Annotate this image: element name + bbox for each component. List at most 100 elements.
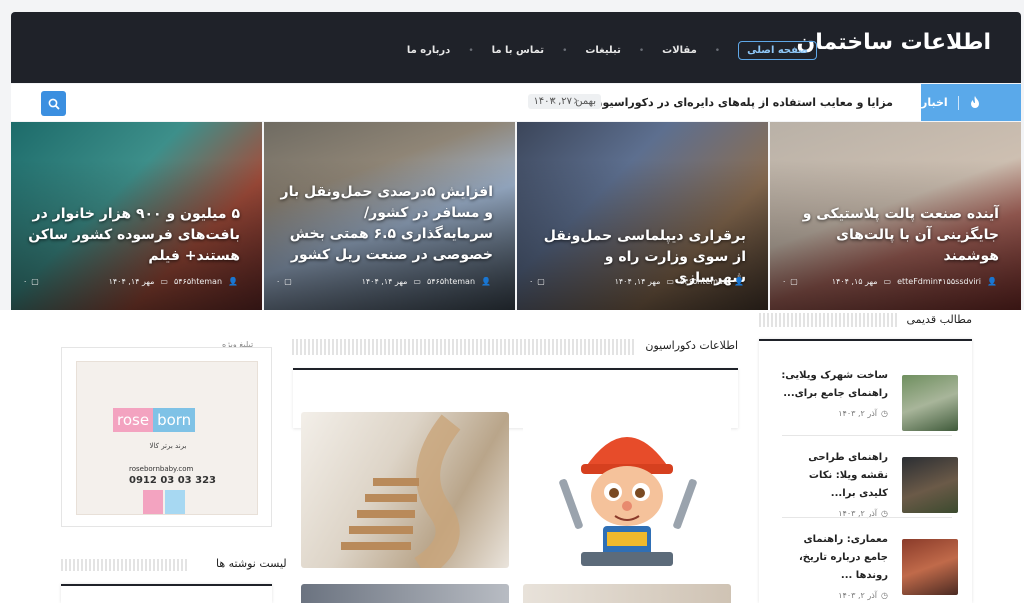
post-list-title: لیست نوشته ها [216,557,287,570]
old-post-title[interactable]: معماری: راهنمای جامع درباره تاریخ، رونده… [778,531,888,585]
title-pattern [759,313,897,327]
tile-comments: ▢ ۰ [276,277,292,286]
comment-icon: ▢ [790,277,798,286]
tile-date: مهر ۱۴, ۱۴۰۴ [361,277,408,286]
old-post-text: راهنمای طراحی نقشه ویلا: نکات کلیدی برا.… [778,449,888,518]
post-thumbnail[interactable] [902,457,958,513]
comment-count: ۰ [23,277,28,286]
user-icon: 👤 [228,277,238,286]
tile-title[interactable]: افزایش ۵درصدی حمل‌ونقل بار و مسافر در کش… [280,182,493,266]
site-header: اطلاعات ساختمان صفحه اصلی • مقالات • تبل… [11,12,1021,83]
tile-meta: 👤 etteFdmin۴۱۵۵ssdviri ▭ مهر ۱۵, ۱۴۰۴ ▢ ۰ [782,277,997,286]
old-post-text: ساخت شهرک ویلایی: راهنمای جامع برای... ◷… [778,367,888,418]
title-pattern [292,339,634,355]
comment-icon: ▢ [537,277,545,286]
old-post-date-row: ◷ آذر ۲, ۱۴۰۳ [778,409,888,418]
search-button[interactable] [41,91,66,116]
nav-home[interactable]: صفحه اصلی [738,41,817,60]
ticker-headline[interactable]: مزایا و معایب استفاده از پله‌های دایره‌ا… [556,96,893,109]
calendar-icon: ▭ [160,277,168,286]
tile-title[interactable]: آینده صنعت پالت پلاستیکی و جایگزینی آن ب… [786,204,999,267]
comment-count: ۰ [782,277,787,286]
decor-post-image-stairs[interactable] [301,412,509,568]
user-icon: 👤 [987,277,997,286]
ad-bar-blue [165,490,185,514]
ticker-divider [957,95,959,110]
ad-tagline: برند برتر کالا [149,442,187,450]
tile-meta: 👤 ۵۴۶۵hteman ▭ مهر ۱۴, ۱۴۰۴ ▢ ۰ [529,277,744,286]
old-post-item[interactable]: ساخت شهرک ویلایی: راهنمای جامع برای... ◷… [759,355,972,437]
comment-icon: ▢ [284,277,292,286]
spiral-stairs-icon [341,414,461,568]
old-post-item[interactable]: راهنمای طراحی نقشه ویلا: نکات کلیدی برا.… [759,437,972,519]
nav-separator: • [468,45,474,56]
ad-color-bars [143,490,185,514]
ad-bar-pink [143,490,163,514]
hero-tiles: آینده صنعت پالت پلاستیکی و جایگزینی آن ب… [11,122,1021,310]
post-thumbnail[interactable] [902,375,958,431]
site-logo[interactable]: اطلاعات ساختمان [796,30,991,55]
comment-count: ۰ [529,277,534,286]
nav-separator: • [562,45,568,56]
tile-date: مهر ۱۵, ۱۴۰۴ [831,277,878,286]
clock-icon: ◷ [881,591,888,600]
tile-title[interactable]: ۵ میلیون و ۹۰۰ هزار خانوار در بافت‌های ف… [27,204,240,267]
nav-about[interactable]: درباره ما [407,45,451,56]
nav-separator: • [638,45,645,56]
decor-post-image-cartoon[interactable] [523,412,731,568]
old-posts-box: ساخت شهرک ویلایی: راهنمای جامع برای... ◷… [759,339,972,603]
hero-tile[interactable]: افزایش ۵درصدی حمل‌ونقل بار و مسافر در کش… [264,122,515,310]
news-ticker: اخبار مزایا و معایب استفاده از پله‌های د… [11,84,1021,121]
comment-icon: ▢ [31,277,39,286]
decor-post-image-next[interactable] [301,584,509,603]
decor-section-title: اطلاعات دکوراسیون [645,339,738,352]
nav-ads[interactable]: تبلیغات [585,45,620,56]
tile-author: ۵۴۶۵hteman [679,277,729,286]
tile-author: etteFdmin۴۱۵۵ssdviri [897,277,982,286]
tile-date: مهر ۱۴, ۱۴۰۴ [614,277,661,286]
nav-articles[interactable]: مقالات [662,45,697,56]
decor-post-image-next[interactable] [523,584,731,603]
ad-box: rose born برند برتر کالا rosebornbaby.co… [61,347,272,527]
user-icon: 👤 [481,277,491,286]
tile-author: ۵۴۶۵hteman [173,277,223,286]
main-nav: صفحه اصلی • مقالات • تبلیغات • تماس با م… [407,41,817,60]
divider [782,435,952,436]
hero-tile[interactable]: ۵ میلیون و ۹۰۰ هزار خانوار در بافت‌های ف… [11,122,262,310]
ad-logo-born: born [153,408,196,432]
old-post-text: معماری: راهنمای جامع درباره تاریخ، رونده… [778,531,888,600]
post-list-box [61,584,272,603]
nav-separator: • [714,45,721,56]
ticker-label-text: اخبار [921,96,948,109]
old-post-title[interactable]: راهنمای طراحی نقشه ویلا: نکات کلیدی برا.… [778,449,888,503]
post-thumbnail[interactable] [902,539,958,595]
user-icon: 👤 [734,277,744,286]
hero-tile[interactable]: برقراری دیپلماسی حمل‌ونقل از سوی وزارت ر… [517,122,768,310]
worker-cartoon-icon [523,412,731,568]
old-posts-title: مطالب قدیمی [906,313,972,326]
hero-tile[interactable]: آینده صنعت پالت پلاستیکی و جایگزینی آن ب… [770,122,1021,310]
old-post-date: آذر ۲, ۱۴۰۳ [838,409,878,418]
tile-comments: ▢ ۰ [23,277,39,286]
tile-meta: 👤 ۵۴۶۵hteman ▭ مهر ۱۴, ۱۴۰۴ ▢ ۰ [276,277,491,286]
tile-meta: 👤 ۵۴۶۵hteman ▭ مهر ۱۴, ۱۴۰۴ ▢ ۰ [23,277,238,286]
ad-banner[interactable]: rose born برند برتر کالا rosebornbaby.co… [76,361,258,515]
divider [782,517,952,518]
old-post-date-row: ◷ آذر ۲, ۱۴۰۳ [778,591,888,600]
old-post-title[interactable]: ساخت شهرک ویلایی: راهنمای جامع برای... [778,367,888,403]
old-post-item[interactable]: معماری: راهنمای جامع درباره تاریخ، رونده… [759,519,972,601]
tile-author: ۵۴۶۵hteman [426,277,476,286]
tile-comments: ▢ ۰ [782,277,798,286]
tile-date: مهر ۱۴, ۱۴۰۴ [108,277,155,286]
fire-icon [970,95,979,108]
nav-contact[interactable]: تماس با ما [492,45,544,56]
calendar-icon: ▭ [883,277,892,286]
old-post-date: آذر ۲, ۱۴۰۳ [838,591,878,600]
ad-website: rosebornbaby.com [129,465,194,473]
calendar-icon: ▭ [666,277,674,286]
ticker-nav-arrows[interactable]: ‹ › [551,93,585,109]
title-pattern [61,559,188,571]
comment-count: ۰ [276,277,281,286]
ticker-label: اخبار [921,84,1021,121]
ad-logo: rose born [113,408,196,432]
